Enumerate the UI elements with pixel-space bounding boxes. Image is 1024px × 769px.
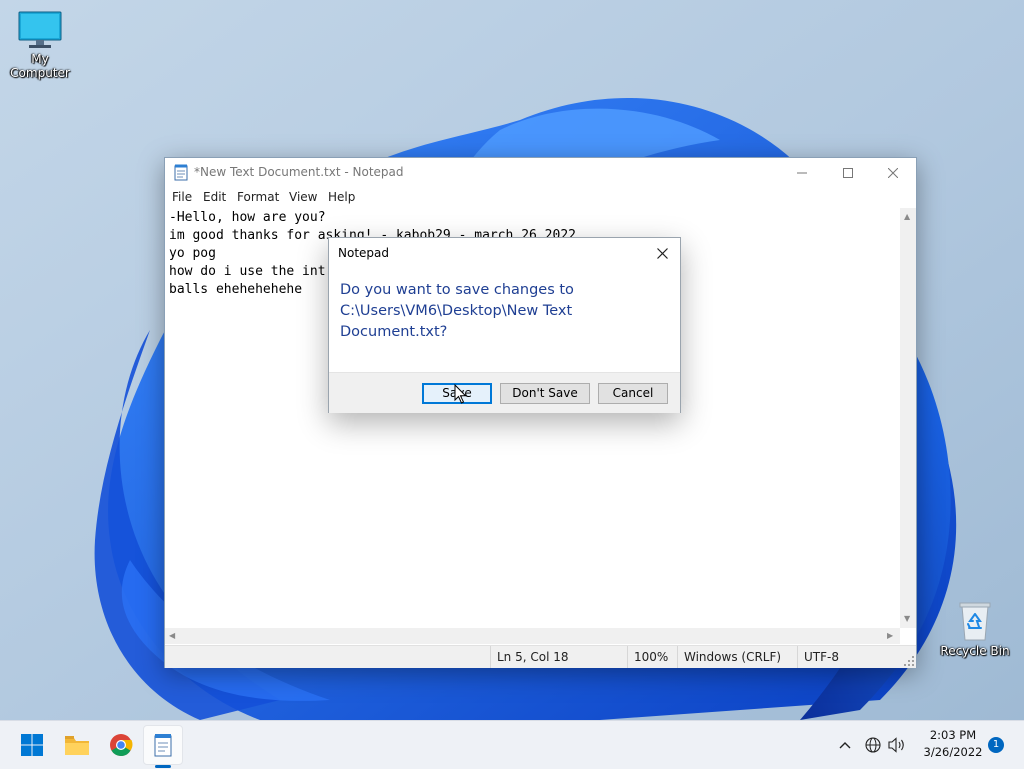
close-icon: [888, 168, 898, 178]
speaker-icon: [888, 737, 904, 753]
file-explorer-icon: [65, 736, 89, 755]
clock-date: 3/26/2022: [923, 745, 983, 759]
show-hidden-icons-button[interactable]: [835, 735, 855, 755]
close-button[interactable]: [870, 158, 916, 188]
vertical-scrollbar[interactable]: ▲ ▼: [900, 208, 916, 628]
status-encoding: UTF-8: [797, 646, 904, 668]
desktop-icon-recycle-bin[interactable]: Recycle Bin: [935, 600, 1015, 658]
monitor-icon: [18, 11, 62, 48]
taskbar-chrome[interactable]: [101, 725, 141, 765]
menu-bar: File Edit Format View Help: [165, 188, 916, 208]
status-bar: Ln 5, Col 18 100% Windows (CRLF) UTF-8: [165, 645, 916, 668]
chrome-icon: [110, 734, 133, 756]
title-bar[interactable]: *New Text Document.txt - Notepad: [165, 158, 916, 188]
status-cursor-position: Ln 5, Col 18: [490, 646, 621, 668]
clock-time: 2:03 PM: [929, 728, 977, 742]
notification-badge[interactable]: 1: [988, 737, 1004, 753]
scroll-down-icon[interactable]: ▼: [904, 614, 910, 623]
volume-button[interactable]: [887, 735, 907, 755]
chevron-up-icon: [839, 742, 851, 749]
desktop-icon-label: My Computer: [10, 52, 70, 80]
scroll-up-icon[interactable]: ▲: [904, 212, 910, 221]
taskbar-clock[interactable]: 2:03 PM 3/26/2022: [918, 727, 988, 761]
scroll-right-icon[interactable]: ▶: [887, 631, 893, 640]
status-zoom: 100%: [627, 646, 674, 668]
recycle-bin-icon: [959, 602, 991, 641]
dialog-message: Do you want to save changes to C:\Users\…: [340, 282, 574, 340]
menu-edit[interactable]: Edit: [203, 190, 226, 204]
taskbar-file-explorer[interactable]: [57, 725, 97, 765]
menu-format[interactable]: Format: [237, 190, 279, 204]
desktop-icon-my-computer[interactable]: My Computer: [0, 10, 80, 80]
scroll-left-icon[interactable]: ◀: [169, 631, 175, 640]
maximize-icon: [843, 168, 853, 178]
maximize-button[interactable]: [825, 158, 871, 188]
globe-icon: [865, 737, 881, 753]
desktop-icon-label: Recycle Bin: [940, 644, 1010, 658]
dont-save-button[interactable]: Don't Save: [500, 383, 590, 404]
minimize-icon: [797, 172, 807, 174]
dialog-close-button[interactable]: [650, 242, 674, 264]
save-changes-dialog: Notepad Do you want to save changes to C…: [328, 237, 681, 413]
horizontal-scrollbar[interactable]: ◀ ▶: [165, 628, 900, 644]
taskbar: 2:03 PM 3/26/2022 1: [0, 720, 1024, 769]
minimize-button[interactable]: [779, 158, 825, 188]
notepad-icon: [154, 734, 172, 757]
menu-view[interactable]: View: [289, 190, 317, 204]
mouse-cursor-icon: [454, 384, 467, 404]
window-title: *New Text Document.txt - Notepad: [194, 165, 404, 179]
status-line-ending: Windows (CRLF): [677, 646, 792, 668]
menu-help[interactable]: Help: [328, 190, 355, 204]
menu-file[interactable]: File: [172, 190, 192, 204]
cancel-button[interactable]: Cancel: [598, 383, 668, 404]
start-button[interactable]: [12, 725, 52, 765]
close-icon: [656, 247, 668, 259]
dialog-title: Notepad: [338, 246, 389, 260]
notepad-icon: [174, 164, 188, 181]
taskbar-notepad[interactable]: [143, 725, 183, 765]
start-icon: [21, 734, 43, 756]
dialog-button-bar: Save Don't Save Cancel: [329, 372, 680, 413]
resize-grip-icon[interactable]: [904, 656, 914, 666]
network-button[interactable]: [863, 735, 883, 755]
